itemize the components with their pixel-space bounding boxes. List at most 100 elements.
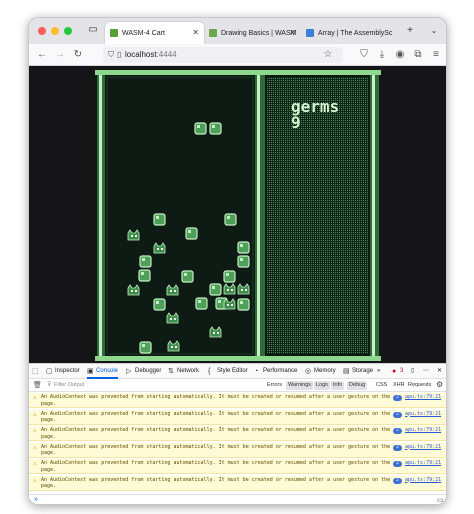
pill-block bbox=[237, 255, 250, 268]
pill-highlight bbox=[156, 301, 159, 304]
trash-icon[interactable]: 🗑 bbox=[33, 381, 42, 389]
close-window-button[interactable] bbox=[38, 27, 46, 35]
repeat-count-badge: 2 bbox=[393, 477, 402, 484]
new-tab-button[interactable]: + bbox=[403, 24, 417, 38]
game-canvas[interactable]: germs 9 bbox=[29, 66, 447, 363]
filter-errors-button[interactable]: Errors bbox=[265, 381, 284, 390]
filter-css-button[interactable]: CSS bbox=[374, 381, 389, 390]
pill-block bbox=[181, 270, 194, 283]
zoom-window-button[interactable] bbox=[64, 27, 72, 35]
close-devtools-icon[interactable]: ✕ bbox=[437, 364, 442, 379]
pill-block bbox=[209, 283, 222, 296]
bookmark-star-icon[interactable]: ☆ bbox=[321, 48, 335, 62]
console-prompt-icon: » bbox=[34, 496, 38, 503]
console-warning-message[interactable]: ⚠ An AudioContext was prevented from star… bbox=[29, 459, 446, 474]
pill-block bbox=[139, 255, 152, 268]
console-warning-message[interactable]: ⚠ An AudioContext was prevented from star… bbox=[29, 426, 446, 441]
pocket-icon[interactable]: ⛉ bbox=[357, 48, 371, 62]
page-info-icon[interactable]: ▯ bbox=[117, 47, 121, 63]
pill-highlight bbox=[227, 216, 230, 219]
filter-output-input[interactable]: Filter Output bbox=[54, 382, 84, 388]
filter-warnings-button[interactable]: Warnings bbox=[286, 381, 314, 390]
url-bar[interactable]: ⛉ ▯ localhost:4444 bbox=[103, 47, 343, 63]
pill-highlight bbox=[226, 273, 229, 276]
console-warning-message[interactable]: ⚠ An AudioContext was prevented from star… bbox=[29, 393, 446, 408]
minimize-window-button[interactable] bbox=[51, 27, 59, 35]
tab-debugger[interactable]: ▷ Debugger bbox=[126, 364, 161, 379]
game-viewport[interactable]: germs 9 bbox=[29, 66, 447, 363]
tab-label: Memory bbox=[314, 368, 336, 374]
filter-debug-button[interactable]: Debug bbox=[347, 381, 368, 390]
tab-wasm4-cart[interactable]: WASM-4 Cart ✕ bbox=[105, 22, 204, 44]
account-icon[interactable]: ◉ bbox=[393, 48, 407, 62]
tab-console[interactable]: ▣ Console bbox=[87, 364, 119, 379]
forward-icon[interactable]: → bbox=[53, 48, 67, 62]
message-text: An AudioContext was prevented from start… bbox=[41, 394, 391, 407]
tab-network[interactable]: ⇅ Network bbox=[168, 364, 199, 379]
repeat-count-badge: 2 bbox=[393, 428, 402, 434]
tab-label: WASM-4 Cart bbox=[122, 29, 165, 37]
responsive-design-icon[interactable]: ▯ bbox=[411, 364, 414, 379]
pill-block bbox=[209, 122, 222, 135]
warning-icon: ⚠ bbox=[33, 394, 37, 401]
back-icon[interactable]: ← bbox=[35, 48, 49, 62]
message-source-link[interactable]: apu.ts:79:21 bbox=[405, 427, 441, 433]
memory-icon: ◎ bbox=[305, 368, 312, 375]
frame-bottom-bar bbox=[95, 356, 381, 361]
message-source-link[interactable]: apu.ts:79:21 bbox=[405, 460, 441, 466]
pill-highlight bbox=[184, 273, 187, 276]
tab-overview-icon[interactable]: ▭ bbox=[87, 24, 99, 36]
tab-drawing-basics[interactable]: Drawing Basics | WASM ✕ bbox=[204, 22, 301, 44]
filter-info-button[interactable]: Info bbox=[331, 381, 345, 390]
tab-label: Performance bbox=[263, 368, 298, 374]
tab-label: Console bbox=[96, 368, 119, 374]
filter-xhr-button[interactable]: XHR bbox=[391, 381, 407, 390]
split-console-icon[interactable]: ▭ bbox=[437, 496, 444, 504]
downloads-icon[interactable]: ⤓ bbox=[375, 48, 389, 62]
pill-block bbox=[237, 241, 250, 254]
filter-logs-button[interactable]: Logs bbox=[314, 381, 330, 390]
debugger-icon: ▷ bbox=[126, 368, 132, 375]
error-count-badge[interactable]: ● 3 bbox=[392, 364, 403, 379]
console-settings-gear-icon[interactable]: ⚙ bbox=[436, 380, 443, 389]
tab-style-editor[interactable]: {Style Editor bbox=[208, 364, 248, 379]
list-all-tabs-icon[interactable]: ⌄ bbox=[427, 24, 441, 38]
reload-icon[interactable]: ↻ bbox=[71, 48, 85, 62]
console-warning-message[interactable]: ⚠ An AudioContext was prevented from star… bbox=[29, 409, 446, 425]
tab-inspector[interactable]: ▢ Inspector bbox=[46, 364, 80, 379]
repeat-count-badge: 2 bbox=[393, 444, 402, 451]
tab-label: Inspector bbox=[55, 368, 80, 374]
message-text: An AudioContext was prevented from start… bbox=[41, 476, 391, 490]
message-source-link[interactable]: apu.ts:79:21 bbox=[405, 444, 441, 450]
filter-requests-button[interactable]: Requests bbox=[406, 381, 433, 390]
devtools-options-icon[interactable]: ⋯ bbox=[423, 364, 429, 379]
tab-array-assemblyscript[interactable]: Array | The AssemblySc bbox=[301, 22, 400, 44]
warning-icon: ⚠ bbox=[33, 427, 37, 434]
tab-storage[interactable]: ▤ Storage bbox=[343, 364, 373, 379]
close-tab-icon[interactable]: ✕ bbox=[289, 28, 296, 37]
message-source-link[interactable]: apu.ts:79:21 bbox=[405, 411, 441, 417]
browser-window: ▭ WASM-4 Cart ✕ Drawing Basics | WASM ✕ … bbox=[28, 17, 447, 505]
pill-highlight bbox=[240, 258, 243, 261]
extensions-icon[interactable]: ⧉ bbox=[411, 48, 425, 62]
pill-block bbox=[185, 227, 198, 240]
pill-block bbox=[194, 122, 207, 135]
message-source-link[interactable]: apu.ts:79:21 bbox=[405, 477, 441, 483]
tab-label: Storage bbox=[352, 368, 374, 374]
message-source-link[interactable]: apu.ts:79:21 bbox=[405, 394, 441, 400]
germs-count: 9 bbox=[291, 113, 301, 132]
message-text: An AudioContext was prevented from start… bbox=[41, 410, 391, 424]
devtools-tab-bar: ⬚ ▢ Inspector ▣ Console ▷ Debugger ⇅ Network… bbox=[29, 364, 446, 379]
message-text: An AudioContext was prevented from start… bbox=[41, 443, 391, 457]
menu-icon[interactable]: ≡ bbox=[429, 48, 443, 62]
close-tab-icon[interactable]: ✕ bbox=[192, 28, 199, 37]
style-editor-icon: { bbox=[208, 368, 211, 375]
tab-performance[interactable]: ◔ Performance bbox=[254, 364, 297, 379]
console-warning-message[interactable]: ⚠ An AudioContext was prevented from star… bbox=[29, 475, 446, 491]
tab-memory[interactable]: ◎ Memory bbox=[305, 364, 336, 379]
console-warning-message[interactable]: ⚠ An AudioContext was prevented from star… bbox=[29, 442, 446, 458]
more-tabs-icon[interactable]: » bbox=[377, 364, 380, 379]
console-input[interactable]: » ▭ bbox=[29, 494, 446, 504]
pill-block bbox=[153, 298, 166, 311]
tab-label: Debugger bbox=[135, 368, 162, 374]
